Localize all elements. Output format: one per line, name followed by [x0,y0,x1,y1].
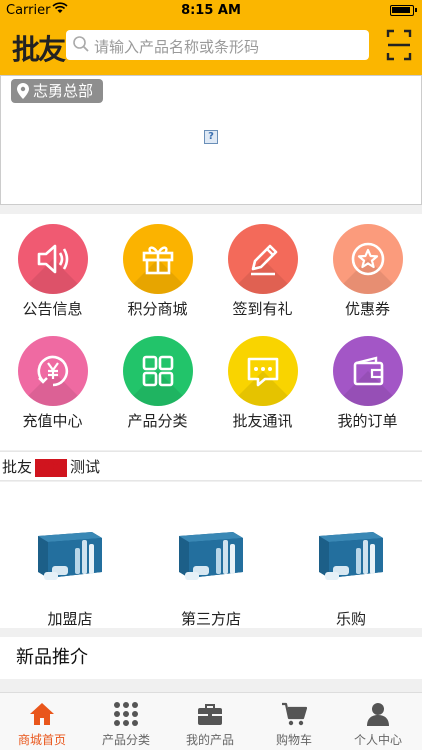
broken-image-icon: ? [204,130,218,144]
tab-label: 产品分类 [101,733,150,747]
tab-label: 商城首页 [17,733,66,747]
promo-suffix: 测试 [70,458,101,476]
location-label: 志勇总部 [33,82,94,100]
search-bar[interactable]: 请输入产品名称或条形码 [66,30,369,60]
dots-grid-icon [114,702,138,726]
tab-label: 购物车 [275,733,312,747]
grid-item-recharge[interactable]: 充值中心 [0,326,105,444]
recharge-circle [18,336,88,406]
promo-prefix: 批友 [2,458,33,476]
grid-item-label: 我的订单 [337,412,398,430]
product-image [179,532,243,580]
grid-item-label: 批友通讯 [232,412,293,430]
status-time: 8:15 AM [181,3,241,18]
home-icon [30,703,54,725]
speaker-icon [37,244,69,274]
coupon-circle [333,224,403,294]
star-coupon-icon [351,242,385,276]
cart-icon [282,702,307,726]
location-pin-icon [17,83,29,99]
grid-item-label: 签到有礼 [232,300,293,318]
store-label: 第三方店 [180,610,241,628]
promo-row[interactable]: 批友 促销 测试 [0,451,422,481]
wallet-icon [353,356,384,386]
grid-item-orders[interactable]: 我的订单 [315,326,420,444]
grid-item-label: 充值中心 [22,412,83,430]
messaging-circle [228,336,298,406]
search-icon [73,36,89,52]
status-bar: Carrier 8:15 AM [0,0,422,22]
grid-item-announcement[interactable]: 公告信息 [0,214,105,332]
checkin-circle [228,224,298,294]
function-grid: 公告信息 积分商城 签到有礼 优惠券 充值中心 产品分类 批友通讯 我的订单 [0,214,422,450]
tab-profile[interactable]: 个人中心 [336,693,420,750]
section-title-new-products: 新品推介 [0,637,422,679]
store-label: 乐购 [335,610,366,628]
store-item-franchise[interactable]: 加盟店 [0,482,140,628]
brand-logo[interactable]: 批友 [12,28,66,68]
yen-recharge-icon [37,355,69,387]
grid-item-label: 产品分类 [127,412,188,430]
store-item-legou[interactable]: 乐购 [281,482,421,628]
orders-circle [333,336,403,406]
store-label: 加盟店 [47,610,93,628]
location-tag[interactable]: 志勇总部 [11,79,104,103]
top-bar: Carrier 8:15 AM 批友 请输入产品名称或条形码 [0,0,422,75]
store-list: 加盟店 第三方店 乐购 [0,482,422,628]
grid-item-label: 优惠券 [344,300,390,318]
tab-my-products[interactable]: 我的产品 [168,693,252,750]
announcement-circle [18,224,88,294]
tab-cart[interactable]: 购物车 [252,693,336,750]
gift-icon [142,246,174,275]
points-mall-circle [123,224,193,294]
chat-icon [247,357,279,387]
grid-item-messaging[interactable]: 批友通讯 [210,326,315,444]
tab-label: 个人中心 [353,733,402,747]
grid-item-category[interactable]: 产品分类 [105,326,210,444]
search-placeholder: 请输入产品名称或条形码 [94,38,260,56]
battery-icon [390,5,417,16]
pencil-icon [251,244,278,276]
store-item-third-party[interactable]: 第三方店 [141,482,281,628]
briefcase-icon [198,704,222,725]
user-icon [367,703,389,726]
product-image [319,532,383,580]
scan-icon[interactable] [386,28,412,62]
category-grid-icon [142,355,174,387]
grid-item-label: 积分商城 [127,300,188,318]
grid-item-coupon[interactable]: 优惠券 [315,214,420,332]
grid-item-points-mall[interactable]: 积分商城 [105,214,210,332]
category-circle [123,336,193,406]
tab-category[interactable]: 产品分类 [84,693,168,750]
grid-item-label: 公告信息 [22,300,83,318]
grid-item-checkin[interactable]: 签到有礼 [210,214,315,332]
promo-highlight: 促销 [35,458,68,477]
tab-home[interactable]: 商城首页 [0,693,84,750]
product-image [38,532,102,580]
banner-area[interactable]: 志勇总部 ? [0,75,422,205]
tab-bar: 商城首页 产品分类 我的产品 购物车 个人中心 [0,692,422,750]
tab-label: 我的产品 [185,733,234,747]
